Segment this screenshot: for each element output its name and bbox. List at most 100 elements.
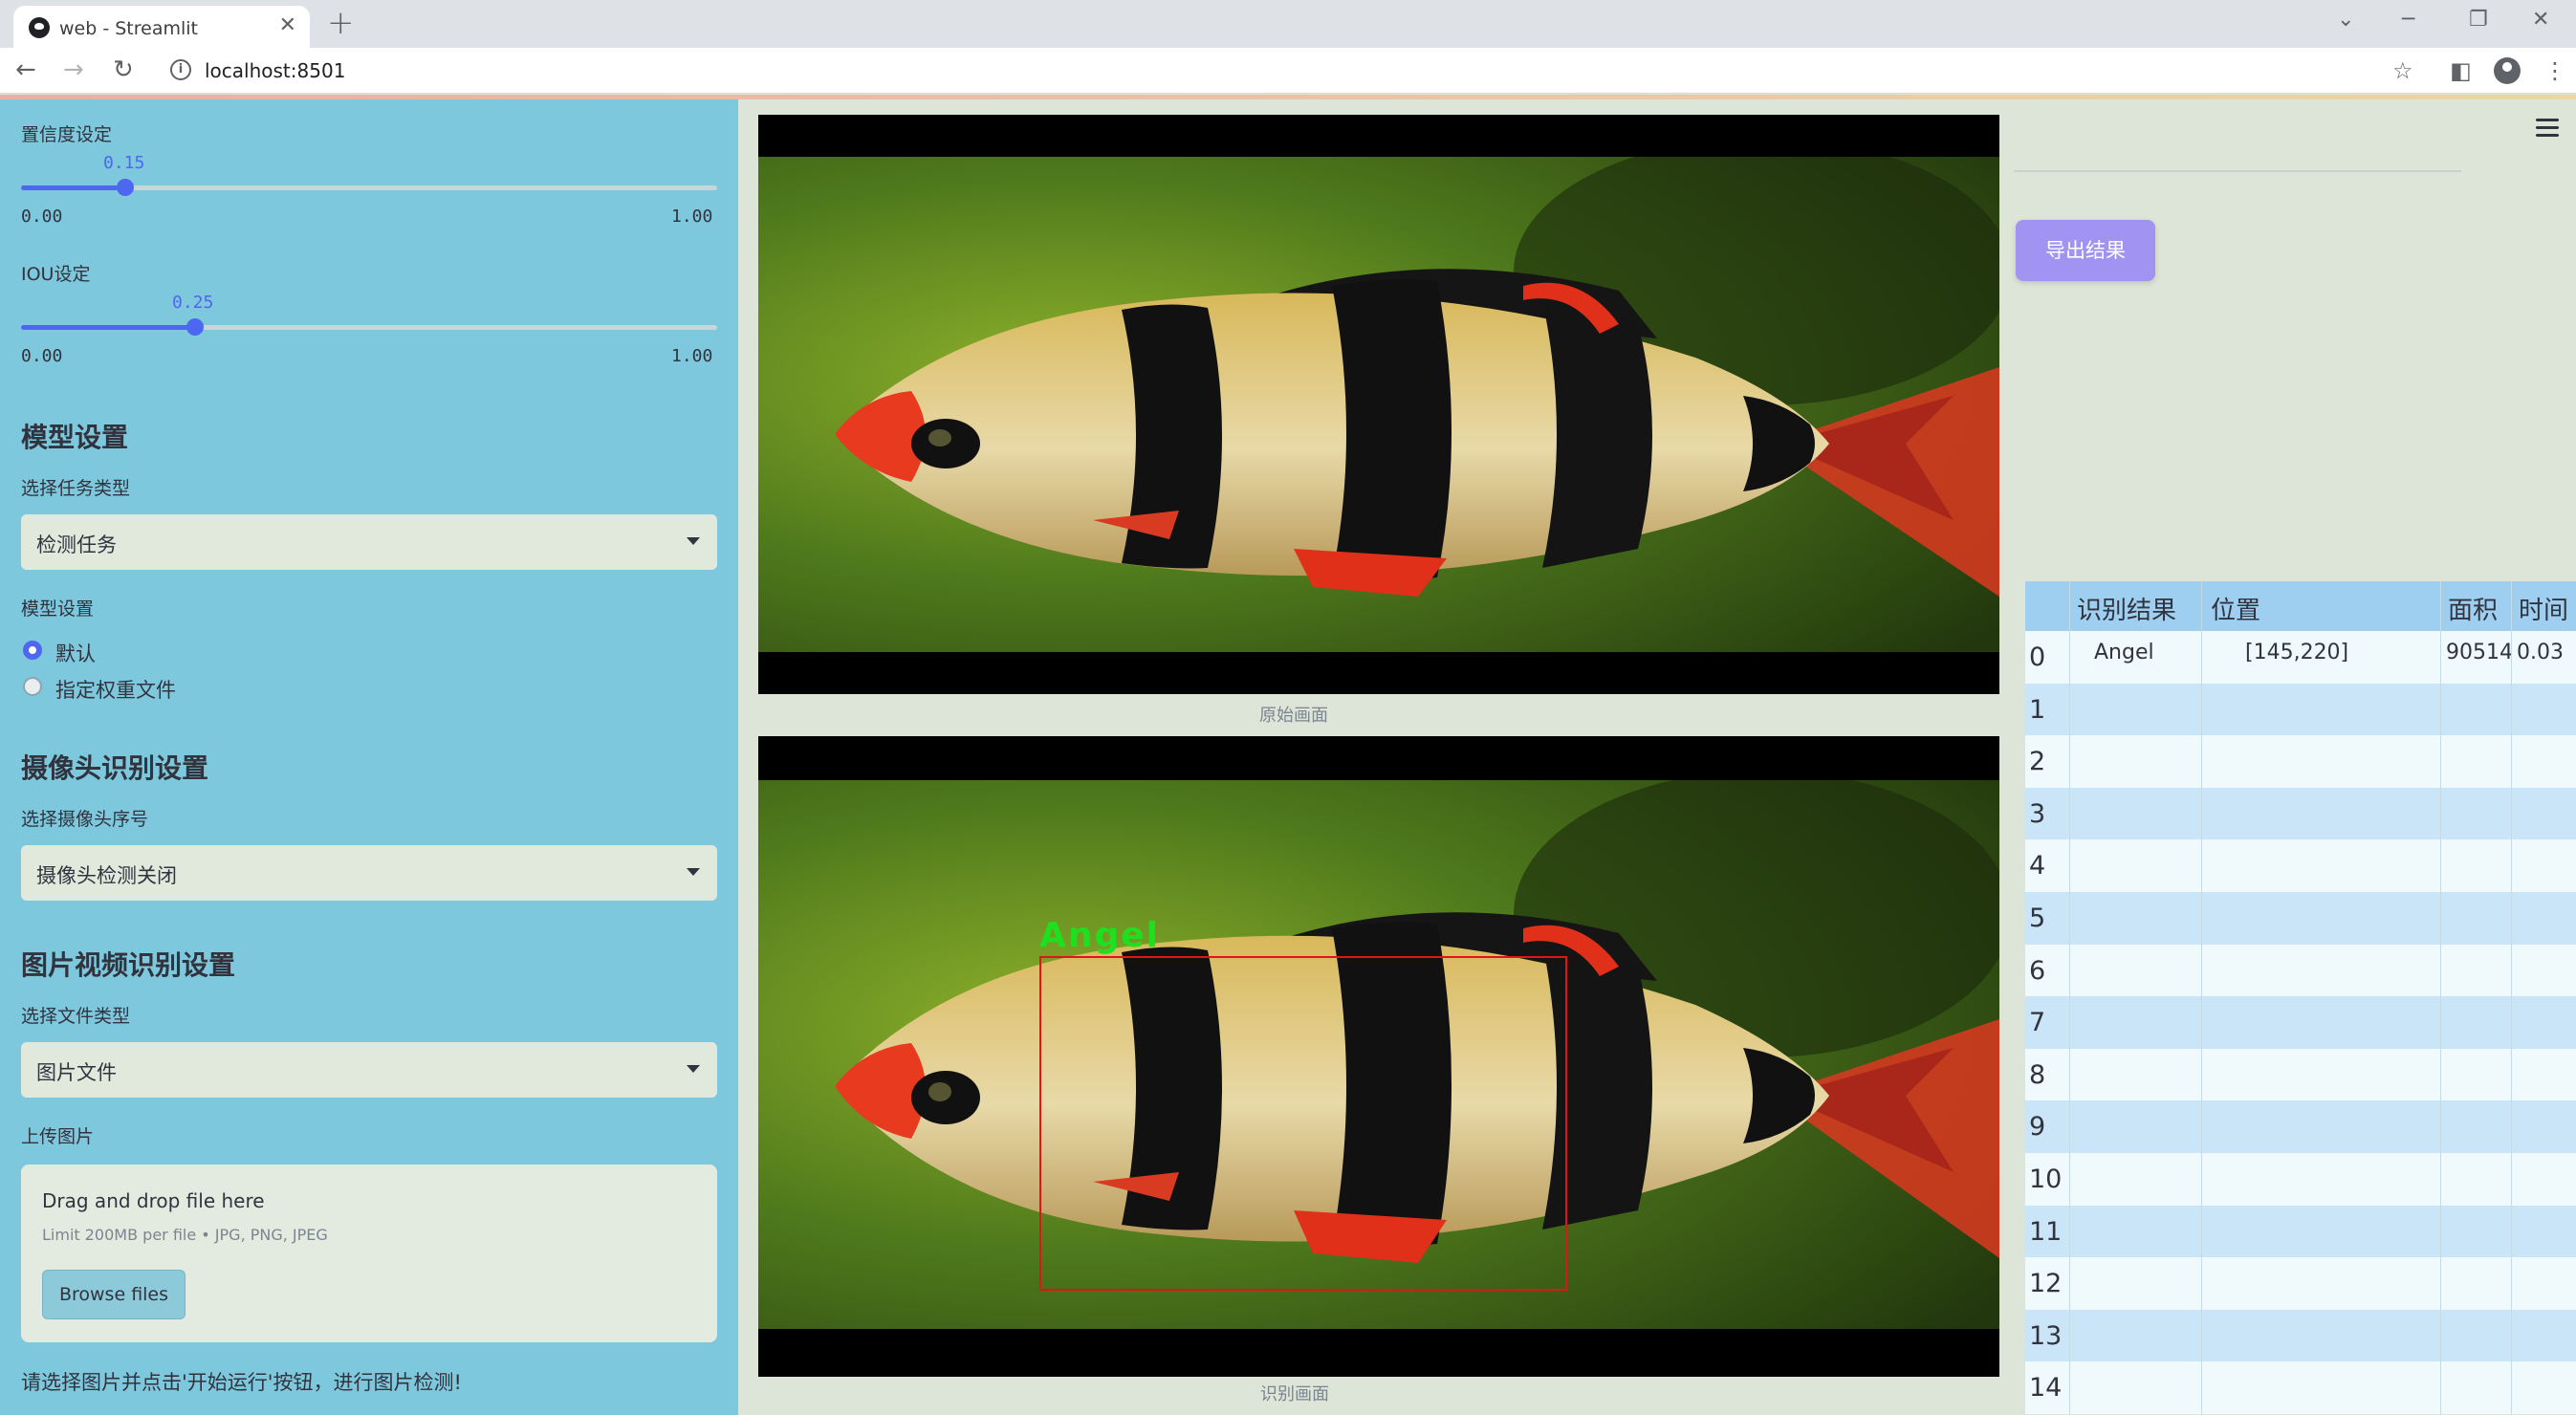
confidence-max: 1.00	[671, 207, 713, 227]
table-row[interactable]: 13	[2025, 1309, 2576, 1362]
browse-files-button[interactable]: Browse files	[42, 1270, 186, 1319]
table-row[interactable]: 7	[2025, 996, 2576, 1049]
reload-icon[interactable]: ↻	[113, 55, 134, 84]
file-dropzone[interactable]: Drag and drop file here Limit 200MB per …	[21, 1165, 717, 1342]
original-caption: 原始画面	[1259, 706, 1328, 726]
table-row[interactable]: 11	[2025, 1205, 2576, 1258]
table-row[interactable]: 6	[2025, 944, 2576, 997]
browser-menu-icon[interactable]: ⋮	[2543, 57, 2566, 84]
column-header-position[interactable]: 位置	[2211, 591, 2260, 626]
column-header-area[interactable]: 面积	[2448, 591, 2498, 626]
table-row[interactable]: 0 Angel [145,220] 90514 0.03	[2025, 631, 2576, 684]
row-index: 12	[2029, 1269, 2063, 1299]
column-divider	[2069, 581, 2070, 1415]
original-image	[758, 115, 1999, 694]
tab-title: web - Streamlit	[59, 18, 198, 39]
cell-position: [145,220]	[2245, 641, 2349, 664]
detection-label: Angel	[1039, 916, 1161, 955]
table-row[interactable]: 9	[2025, 1100, 2576, 1153]
table-row[interactable]: 1	[2025, 683, 2576, 736]
chevron-down-icon	[687, 868, 700, 876]
upload-label: 上传图片	[21, 1126, 95, 1147]
detected-caption: 识别画面	[1260, 1384, 1329, 1404]
back-icon[interactable]: ←	[15, 55, 36, 84]
radio-selected-icon	[23, 641, 42, 660]
table-row[interactable]: 8	[2025, 1048, 2576, 1101]
confidence-slider[interactable]	[21, 179, 717, 196]
column-divider	[2440, 581, 2441, 1415]
row-index: 6	[2029, 955, 2046, 986]
iou-slider-thumb[interactable]	[186, 318, 204, 336]
confidence-slider-fill	[21, 185, 126, 190]
row-index: 3	[2029, 798, 2046, 829]
cell-area: 90514	[2446, 641, 2513, 664]
table-row[interactable]: 10	[2025, 1153, 2576, 1206]
row-index: 0	[2029, 642, 2046, 672]
minimize-icon[interactable]: ─	[2402, 8, 2414, 32]
sidebar-hint-text: 请选择图片并点击'开始运行'按钮，进行图片检测!	[21, 1371, 462, 1394]
iou-value: 0.25	[172, 293, 214, 313]
file-type-select[interactable]: 图片文件	[21, 1042, 717, 1098]
cell-time: 0.03	[2517, 641, 2564, 664]
dropzone-limit: Limit 200MB per file • JPG, PNG, JPEG	[42, 1226, 328, 1244]
profile-avatar-icon[interactable]	[2494, 57, 2521, 84]
camera-index-label: 选择摄像头序号	[21, 809, 149, 830]
chevron-down-icon	[687, 1065, 700, 1073]
site-info-icon[interactable]: i	[170, 59, 191, 80]
table-row[interactable]: 5	[2025, 892, 2576, 945]
model-settings-heading: 模型设置	[21, 422, 129, 453]
table-row[interactable]: 2	[2025, 735, 2576, 788]
fish-photo-original	[758, 157, 1999, 652]
file-type-label: 选择文件类型	[21, 1006, 131, 1027]
file-type-value: 图片文件	[36, 1061, 117, 1084]
browser-tab[interactable]: web - Streamlit ✕	[13, 6, 310, 48]
row-index: 1	[2029, 694, 2046, 725]
file-settings-heading: 图片视频识别设置	[21, 949, 236, 981]
iou-min: 0.00	[21, 346, 63, 366]
restore-icon[interactable]: ❐	[2469, 8, 2488, 32]
tab-search-chevron-icon[interactable]: ⌄	[2337, 8, 2354, 32]
camera-index-select[interactable]: 摄像头检测关闭	[21, 845, 717, 901]
export-results-button[interactable]: 导出结果	[2016, 220, 2155, 281]
results-table[interactable]: 识别结果 位置 面积 时间 0 Angel [145,220] 90514 0.03 1 2…	[2025, 581, 2576, 1415]
new-tab-icon[interactable]: +	[327, 4, 355, 42]
model-settings-label: 模型设置	[21, 599, 95, 620]
radio-unselected-icon	[23, 677, 42, 696]
row-index: 13	[2029, 1320, 2063, 1351]
iou-slider-fill	[21, 325, 195, 330]
panel-divider	[2014, 170, 2461, 172]
detected-image: Angel	[758, 736, 1999, 1377]
row-index: 10	[2029, 1165, 2063, 1194]
row-index: 2	[2029, 747, 2046, 777]
url-field[interactable]: localhost:8501	[205, 59, 345, 82]
table-row[interactable]: 12	[2025, 1257, 2576, 1310]
column-header-time[interactable]: 时间	[2519, 591, 2568, 626]
task-type-select[interactable]: 检测任务	[21, 514, 717, 570]
hamburger-menu-icon[interactable]	[2536, 119, 2559, 142]
confidence-label: 置信度设定	[21, 124, 113, 145]
row-index: 5	[2029, 903, 2046, 933]
streamlit-favicon-icon	[29, 17, 50, 38]
iou-max: 1.00	[671, 346, 713, 366]
window-close-icon[interactable]: ✕	[2532, 8, 2549, 32]
iou-slider[interactable]	[21, 318, 717, 336]
camera-settings-heading: 摄像头识别设置	[21, 752, 209, 784]
tab-close-icon[interactable]: ✕	[279, 13, 296, 37]
iou-label: IOU设定	[21, 264, 91, 285]
column-header-result[interactable]: 识别结果	[2077, 591, 2176, 626]
camera-index-value: 摄像头检测关闭	[36, 864, 177, 887]
confidence-value: 0.15	[103, 153, 145, 173]
column-divider	[2511, 581, 2512, 1415]
table-row[interactable]: 14	[2025, 1361, 2576, 1414]
confidence-slider-thumb[interactable]	[117, 179, 135, 196]
radio-default-label: 默认	[55, 642, 96, 665]
row-index: 7	[2029, 1008, 2046, 1038]
side-panel-icon[interactable]: ◧	[2450, 57, 2472, 84]
task-type-label: 选择任务类型	[21, 478, 131, 499]
table-row[interactable]: 4	[2025, 839, 2576, 892]
table-header: 识别结果 位置 面积 时间	[2025, 581, 2576, 631]
row-index: 8	[2029, 1059, 2046, 1090]
forward-icon[interactable]: →	[63, 55, 84, 84]
table-row[interactable]: 3	[2025, 787, 2576, 840]
bookmark-star-icon[interactable]: ☆	[2392, 57, 2413, 84]
